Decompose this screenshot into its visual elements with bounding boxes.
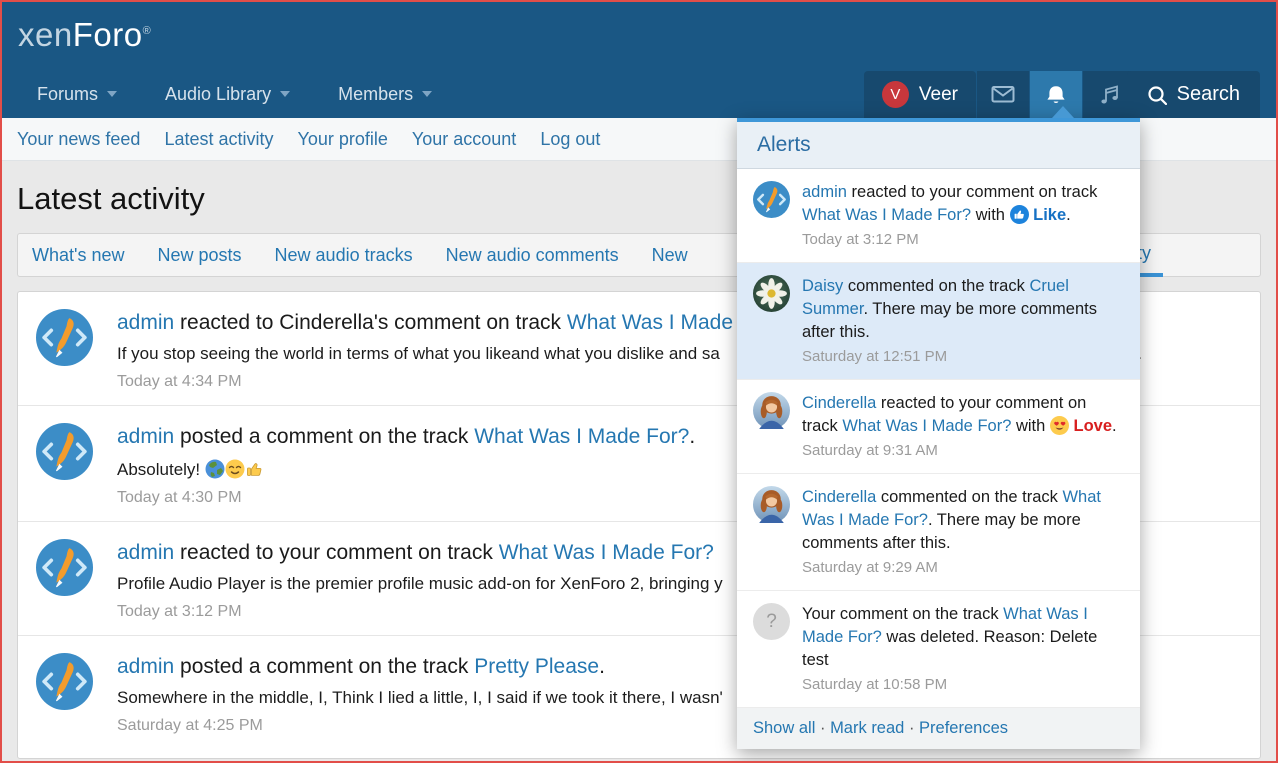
main-navigation: Forums Audio Library Members [2, 70, 432, 118]
subnav-latest-activity[interactable]: Latest activity [164, 129, 273, 150]
globe-icon [205, 459, 225, 479]
search-button[interactable]: Search [1127, 71, 1260, 118]
mark-read-link[interactable]: Mark read [830, 719, 904, 737]
tab-new-audio-comments[interactable]: New audio comments [446, 245, 619, 266]
browser-viewport: xenForo® Forums Audio Library Members V … [0, 0, 1278, 763]
track-link[interactable]: Pretty Please [474, 655, 599, 678]
user-link[interactable]: Cinderella [802, 394, 876, 412]
reaction-label: Like [1033, 206, 1066, 224]
tab-new-audio-tracks[interactable]: New audio tracks [275, 245, 413, 266]
user-link[interactable]: admin [117, 311, 174, 334]
cinderella-avatar[interactable] [753, 486, 790, 523]
tab-whats-new[interactable]: What's new [32, 245, 124, 266]
admin-avatar[interactable] [36, 539, 93, 596]
alert-item[interactable]: admin reacted to your comment on track W… [737, 169, 1140, 263]
user-avatar: V [882, 81, 909, 108]
popup-arrow [1052, 106, 1074, 118]
admin-avatar[interactable] [36, 423, 93, 480]
search-icon [1147, 85, 1167, 105]
alert-item[interactable]: Cinderella commented on the track What W… [737, 474, 1140, 591]
alerts-popup-title: Alerts [737, 122, 1140, 169]
track-link[interactable]: What Was I Made For? [474, 425, 689, 448]
alert-timestamp: Today at 3:12 PM [802, 230, 1124, 251]
daisy-avatar[interactable] [753, 275, 790, 312]
site-logo[interactable]: xenForo® [18, 16, 151, 54]
alert-text: Cinderella reacted to your comment on tr… [802, 392, 1124, 438]
bell-icon [1045, 85, 1067, 105]
love-reaction-icon [1050, 416, 1069, 435]
thumbs-up-icon [245, 459, 265, 479]
subnav-your-profile[interactable]: Your profile [297, 129, 387, 150]
tab-new-partial[interactable]: New [652, 245, 688, 266]
show-all-link[interactable]: Show all [753, 719, 815, 737]
alert-timestamp: Saturday at 12:51 PM [802, 347, 1124, 368]
track-link[interactable]: What Was I Made For? [499, 541, 714, 564]
alert-text: admin reacted to your comment on track W… [802, 181, 1124, 227]
user-link[interactable]: admin [117, 541, 174, 564]
preferences-link[interactable]: Preferences [919, 719, 1008, 737]
admin-avatar[interactable] [753, 181, 790, 218]
alert-text: Daisy commented on the track Cruel Summe… [802, 275, 1124, 343]
relieved-face-icon [225, 459, 245, 479]
music-icon [1098, 84, 1120, 105]
subnav-your-account[interactable]: Your account [412, 129, 516, 150]
like-reaction-icon [1010, 205, 1029, 224]
search-cluster: Search [1127, 71, 1260, 118]
alert-timestamp: Saturday at 10:58 PM [802, 675, 1124, 696]
alert-item-unread[interactable]: Daisy commented on the track Cruel Summe… [737, 263, 1140, 380]
subnav-your-news-feed[interactable]: Your news feed [17, 129, 140, 150]
alert-item[interactable]: Cinderella reacted to your comment on tr… [737, 380, 1140, 474]
conversations-button[interactable] [977, 71, 1029, 118]
subnav-log-out[interactable]: Log out [540, 129, 600, 150]
alert-text: Cinderella commented on the track What W… [802, 486, 1124, 554]
admin-avatar[interactable] [36, 309, 93, 366]
track-link[interactable]: What Was I Made For? [802, 206, 971, 224]
nav-forums[interactable]: Forums [37, 84, 117, 105]
question-avatar: ? [753, 603, 790, 640]
site-header: xenForo® Forums Audio Library Members V … [2, 2, 1276, 118]
user-link[interactable]: admin [117, 425, 174, 448]
alert-timestamp: Saturday at 9:31 AM [802, 441, 1124, 462]
reaction-label: Love [1073, 417, 1112, 435]
alert-text: Your comment on the track What Was I Mad… [802, 603, 1124, 671]
mail-icon [991, 85, 1015, 104]
user-link[interactable]: Daisy [802, 277, 843, 295]
user-link[interactable]: admin [117, 655, 174, 678]
user-menu-button[interactable]: V Veer [864, 71, 976, 118]
user-name: Veer [919, 84, 958, 106]
chevron-down-icon [107, 91, 117, 97]
admin-avatar[interactable] [36, 653, 93, 710]
chevron-down-icon [422, 91, 432, 97]
chevron-down-icon [280, 91, 290, 97]
nav-audio-library[interactable]: Audio Library [165, 84, 290, 105]
cinderella-avatar[interactable] [753, 392, 790, 429]
user-link[interactable]: Cinderella [802, 488, 876, 506]
alerts-popup: Alerts admin reacted to your comment on … [737, 118, 1140, 749]
user-link[interactable]: admin [802, 183, 847, 201]
account-button-cluster: V Veer [864, 71, 1135, 118]
alerts-popup-footer: Show all · Mark read · Preferences [737, 708, 1140, 749]
nav-members[interactable]: Members [338, 84, 432, 105]
alert-item[interactable]: ? Your comment on the track What Was I M… [737, 591, 1140, 708]
tab-new-posts[interactable]: New posts [157, 245, 241, 266]
alert-timestamp: Saturday at 9:29 AM [802, 558, 1124, 579]
track-link[interactable]: What Was I Made For? [842, 417, 1011, 435]
